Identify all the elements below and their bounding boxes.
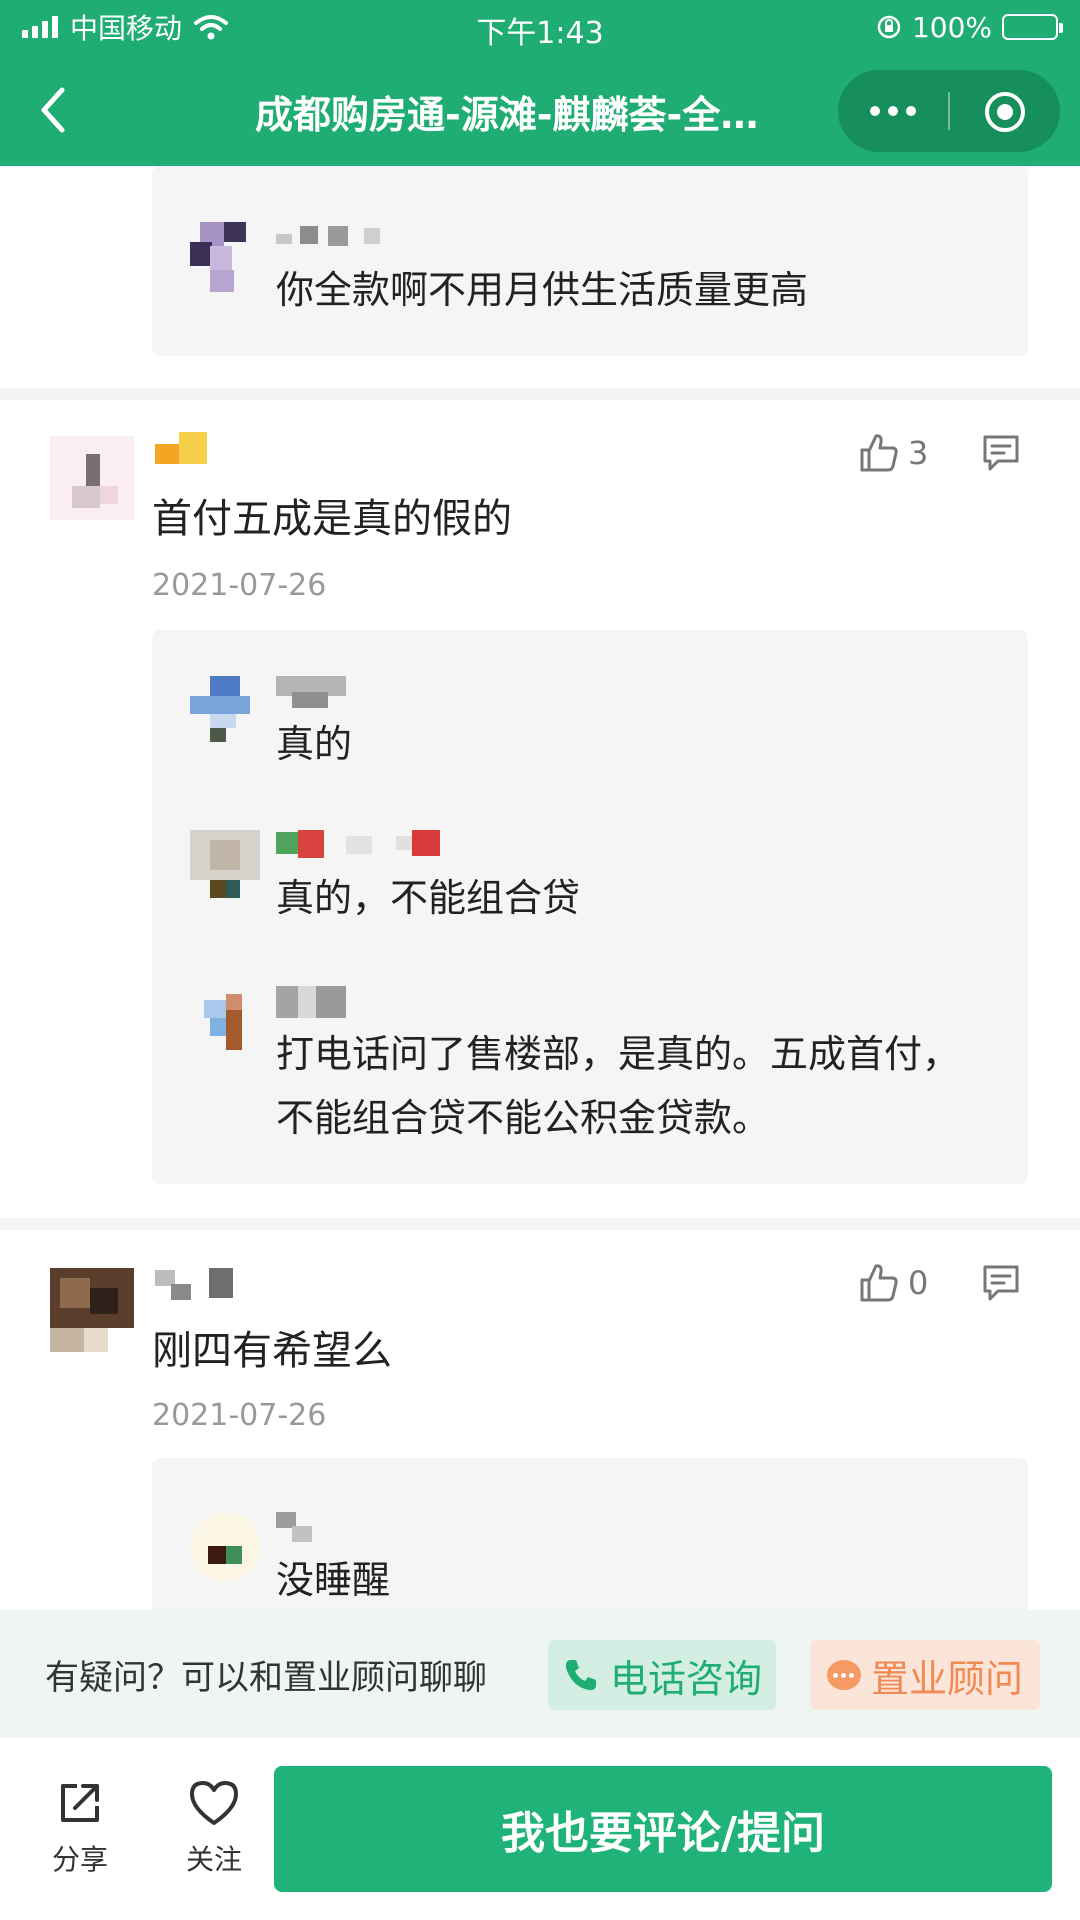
bottom-action-bar: 分享 关注 我也要评论/提问 (0, 1738, 1080, 1920)
battery-icon (1002, 14, 1063, 40)
thumbs-up-icon (860, 434, 898, 472)
comment-icon[interactable] (980, 432, 1022, 474)
reply-text: 打电话问了售楼部，是真的。五成首付，不能组合贷不能公积金贷款。 (276, 1032, 961, 1140)
avatar (50, 1268, 134, 1352)
chat-bubble-icon (826, 1660, 861, 1690)
advisor-chat-bar: 有疑问？可以和置业顾问聊聊 电话咨询 置业顾问 (0, 1610, 1080, 1738)
reply-text: 真的 (276, 722, 353, 766)
comment-text: 首付五成是真的假的 (152, 496, 512, 542)
phone-icon (565, 1660, 596, 1691)
mini-program-capsule (838, 70, 1060, 152)
comment-ask-button[interactable]: 我也要评论/提问 (274, 1766, 1052, 1892)
username-obscured (276, 830, 456, 858)
thumbs-up-icon (860, 1264, 898, 1302)
avatar (190, 830, 260, 900)
username-obscured (276, 222, 386, 248)
reply-box: 没睡醒 (152, 1458, 1028, 1610)
status-bar-right: 100% (876, 10, 1063, 44)
avatar (190, 1512, 260, 1582)
rotation-lock-icon (877, 15, 901, 39)
back-icon[interactable] (30, 82, 80, 138)
comment-date: 2021-07-26 (152, 1398, 327, 1433)
heart-icon (190, 1781, 238, 1825)
avatar (190, 676, 260, 746)
username-obscured (155, 432, 215, 472)
phone-consult-button[interactable]: 电话咨询 (548, 1640, 776, 1710)
close-icon[interactable] (985, 92, 1025, 132)
phone-consult-label: 电话咨询 (609, 1656, 762, 1701)
property-advisor-label: 置业顾问 (870, 1656, 1023, 1701)
reply-text: 没睡醒 (276, 1558, 391, 1602)
avatar (50, 436, 134, 520)
username-obscured (276, 1512, 316, 1542)
share-icon (61, 1784, 99, 1822)
like-count: 3 (908, 434, 929, 472)
avatar (190, 986, 260, 1056)
battery-label: 100% (911, 10, 992, 44)
follow-button[interactable]: 关注 (169, 1778, 259, 1878)
comment-text: 刚四有希望么 (152, 1328, 392, 1374)
share-label: 分享 (51, 1843, 108, 1876)
avatar (190, 222, 260, 292)
like-count: 0 (908, 1264, 929, 1302)
username-obscured (276, 986, 356, 1018)
property-advisor-button[interactable]: 置业顾问 (810, 1640, 1040, 1710)
top-bar: 中国移动 下午1:43 100% 成都购房通-源滩-麒麟荟-全… (0, 0, 1080, 166)
username-obscured (276, 676, 356, 708)
more-icon[interactable] (838, 70, 948, 152)
page-title: 成都购房通-源滩-麒麟荟-全… (255, 93, 759, 137)
username-obscured (155, 1268, 245, 1308)
reply-text: 真的，不能组合贷 (276, 876, 581, 920)
comment-date: 2021-07-26 (152, 568, 327, 603)
divider (0, 1218, 1080, 1230)
reply-box: 真的 真的，不能组合贷 打电话问了售楼部，是真的。五成首付，不能组合贷不能公积金… (152, 630, 1028, 1184)
follow-label: 关注 (185, 1843, 242, 1876)
share-button[interactable]: 分享 (35, 1778, 125, 1878)
capsule-divider (948, 92, 950, 130)
reply-box: 你全款啊不用月供生活质量更高 (152, 166, 1028, 356)
reply-text: 你全款啊不用月供生活质量更高 (276, 268, 809, 312)
divider (0, 388, 1080, 400)
like-button[interactable]: 3 (858, 430, 928, 476)
comment-icon[interactable] (980, 1262, 1022, 1304)
like-button[interactable]: 0 (858, 1260, 928, 1306)
chat-prompt: 有疑问？可以和置业顾问聊聊 (45, 1658, 487, 1698)
